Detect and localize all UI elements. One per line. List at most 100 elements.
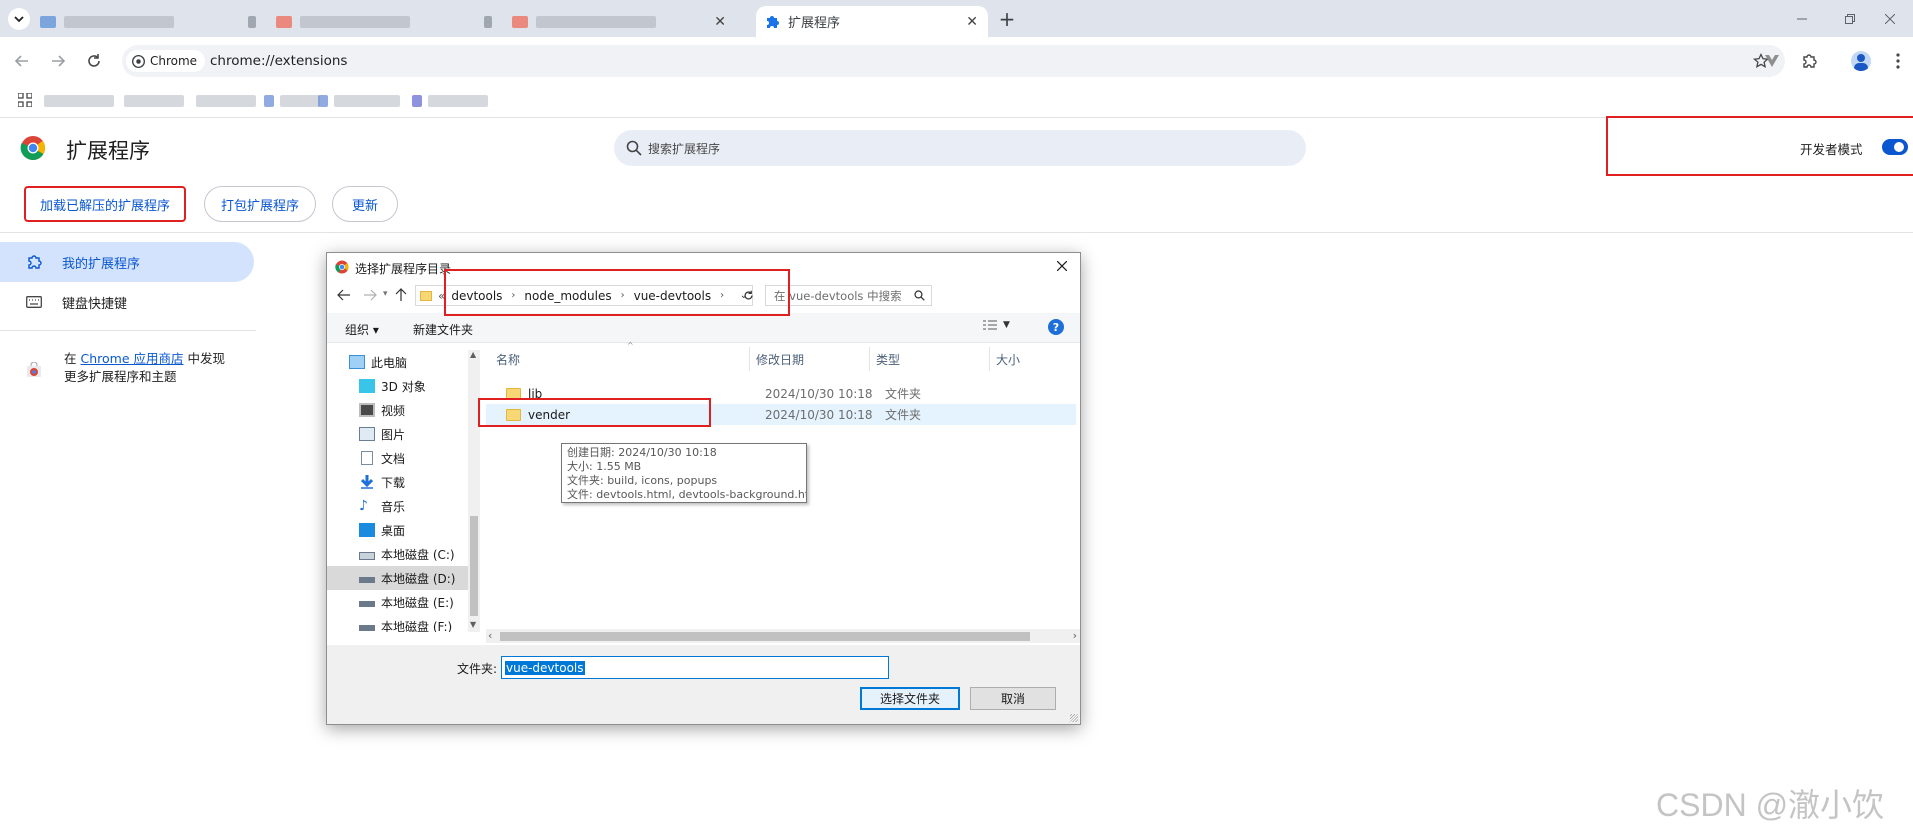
- new-folder-button[interactable]: 新建文件夹: [413, 321, 473, 338]
- keyboard-icon: [26, 296, 42, 308]
- sidebar-item-my-extensions[interactable]: 我的扩展程序: [0, 242, 254, 282]
- navigation-pane: 此电脑 3D 对象 视频 图片 文档 下载 ♪ 音乐 桌面 本地磁盘 (C:) …: [327, 350, 483, 632]
- file-list-hscrollbar[interactable]: ‹ ›: [486, 629, 1080, 643]
- column-header-size[interactable]: 大小: [990, 347, 1080, 371]
- header-divider: [0, 232, 1913, 233]
- pack-extension-button[interactable]: 打包扩展程序: [204, 186, 316, 222]
- dialog-back-button[interactable]: [337, 289, 351, 301]
- bookmark-blurred-5[interactable]: [318, 95, 400, 107]
- nav-item-label: 文档: [381, 451, 406, 466]
- watermark: CSDN @澈小饮: [1656, 787, 1885, 823]
- nav-item-drive-f[interactable]: 本地磁盘 (F:): [327, 614, 472, 632]
- site-chip[interactable]: Chrome: [126, 50, 206, 72]
- search-icon: [914, 290, 925, 301]
- scroll-thumb[interactable]: [470, 516, 478, 616]
- bookmark-blurred-4[interactable]: [264, 95, 320, 107]
- url-text[interactable]: chrome://extensions: [210, 53, 347, 69]
- new-tab-button[interactable]: +: [996, 7, 1018, 31]
- film-icon: [359, 403, 375, 417]
- resize-grip-icon[interactable]: [1070, 714, 1078, 722]
- recent-locations-button[interactable]: ▾: [383, 289, 388, 299]
- cube-icon: [359, 379, 375, 393]
- address-bar[interactable]: Chrome chrome://extensions: [122, 45, 1785, 77]
- extension-search-box[interactable]: 搜索扩展程序: [614, 130, 1306, 166]
- nav-item-music[interactable]: ♪ 音乐: [327, 494, 472, 518]
- nav-item-videos[interactable]: 视频: [327, 398, 472, 422]
- nav-item-3d-objects[interactable]: 3D 对象: [327, 374, 472, 398]
- bookmark-blurred-1[interactable]: [44, 95, 114, 107]
- arrow-left-icon: [337, 289, 350, 301]
- close-window-button[interactable]: [1867, 0, 1913, 37]
- update-button[interactable]: 更新: [332, 186, 398, 222]
- minimize-button[interactable]: [1779, 0, 1825, 37]
- tab-blurred-3[interactable]: ✕: [484, 6, 734, 37]
- system-drive-icon: [359, 552, 375, 560]
- webstore-icon: [27, 362, 41, 377]
- scroll-left-arrow-icon[interactable]: ‹: [488, 629, 492, 642]
- nav-item-desktop[interactable]: 桌面: [327, 518, 472, 542]
- folder-field-label: 文件夹:: [457, 662, 498, 676]
- column-header-label: 类型: [876, 352, 901, 367]
- tab-close-icon[interactable]: ✕: [966, 14, 978, 30]
- back-button[interactable]: [10, 49, 34, 73]
- close-icon: [1057, 261, 1067, 271]
- webstore-link[interactable]: Chrome 应用商店: [80, 351, 183, 366]
- tab-blurred-1[interactable]: [40, 6, 240, 37]
- profile-button[interactable]: [1849, 49, 1873, 73]
- nav-item-this-pc[interactable]: 此电脑: [327, 350, 472, 374]
- tab-close-icon[interactable]: ✕: [714, 14, 726, 30]
- nav-item-drive-e[interactable]: 本地磁盘 (E:): [327, 590, 472, 614]
- scroll-down-arrow-icon[interactable]: ▼: [470, 620, 476, 629]
- dialog-forward-button[interactable]: [363, 289, 377, 301]
- scroll-thumb[interactable]: [500, 632, 1030, 641]
- close-icon: [1885, 13, 1895, 24]
- apps-button[interactable]: [18, 93, 32, 107]
- dialog-close-button[interactable]: [1047, 255, 1077, 277]
- scroll-up-arrow-icon[interactable]: ▲: [470, 350, 476, 359]
- cancel-button[interactable]: 取消: [970, 687, 1056, 710]
- chevron-down-icon: [14, 16, 24, 23]
- dialog-search-box[interactable]: 在 vue-devtools 中搜索: [765, 285, 932, 306]
- extension-vue-button[interactable]: [1760, 49, 1784, 73]
- document-icon: [361, 451, 373, 465]
- extensions-menu-button[interactable]: [1797, 49, 1821, 73]
- kebab-menu-icon: [1896, 53, 1900, 69]
- nav-item-downloads[interactable]: 下载: [327, 470, 472, 494]
- vue-logo-icon: [1765, 55, 1779, 67]
- bookmark-blurred-6[interactable]: [412, 95, 488, 107]
- nav-item-documents[interactable]: 文档: [327, 446, 472, 470]
- sidebar-item-shortcuts[interactable]: 键盘快捷键: [0, 282, 254, 322]
- tab-blurred-2[interactable]: [248, 6, 458, 37]
- load-unpacked-button[interactable]: 加载已解压的扩展程序: [24, 186, 186, 222]
- file-type: 文件夹: [885, 408, 922, 422]
- tab-strip: ✕ 扩展程序 ✕ +: [0, 0, 1913, 37]
- select-folder-button[interactable]: 选择文件夹: [860, 687, 960, 710]
- nav-item-pictures[interactable]: 图片: [327, 422, 472, 446]
- view-options-button[interactable]: ▼: [983, 319, 1010, 331]
- sidebar-divider: [0, 330, 256, 331]
- nav-item-label: 此电脑: [371, 355, 408, 370]
- folder-name-input[interactable]: vue-devtools: [501, 656, 889, 679]
- nav-item-drive-c[interactable]: 本地磁盘 (C:): [327, 542, 472, 566]
- annotation-box-breadcrumb: [444, 269, 790, 316]
- column-header-modified[interactable]: 修改日期: [750, 347, 870, 371]
- reload-button[interactable]: [82, 49, 106, 73]
- nav-item-drive-d[interactable]: 本地磁盘 (D:): [327, 566, 472, 590]
- tab-extensions[interactable]: 扩展程序 ✕: [756, 6, 988, 37]
- up-folder-button[interactable]: [395, 288, 407, 302]
- scroll-right-arrow-icon[interactable]: ›: [1073, 629, 1077, 642]
- column-header-name[interactable]: 名称: [486, 347, 750, 371]
- sidebar-item-label: 键盘快捷键: [62, 296, 128, 312]
- organize-menu[interactable]: 组织 ▾: [345, 321, 379, 338]
- chevron-down-icon: ▼: [1003, 320, 1010, 330]
- bookmark-blurred-2[interactable]: [124, 95, 184, 107]
- forward-button[interactable]: [46, 49, 70, 73]
- tab-search-button[interactable]: [8, 8, 30, 30]
- puzzle-icon: [767, 15, 779, 28]
- arrow-up-icon: [395, 288, 407, 301]
- help-button[interactable]: ?: [1048, 319, 1064, 335]
- chrome-menu-button[interactable]: [1886, 49, 1910, 73]
- bookmark-blurred-3[interactable]: [196, 95, 256, 107]
- navigation-scrollbar[interactable]: ▲ ▼: [468, 350, 480, 632]
- column-header-type[interactable]: 类型: [870, 347, 990, 371]
